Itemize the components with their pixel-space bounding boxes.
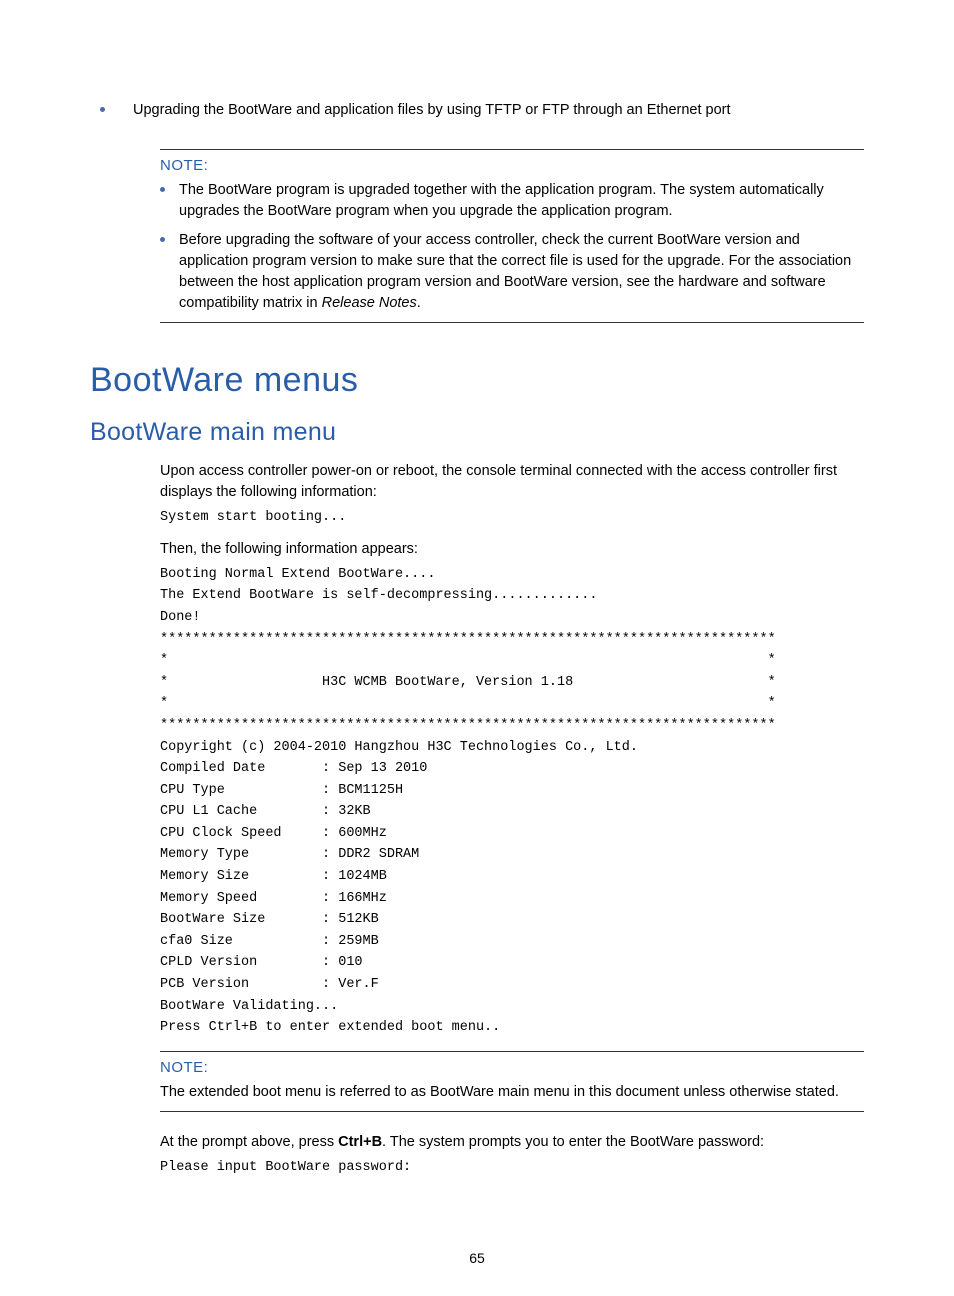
code-block-1: System start booting... <box>160 507 864 529</box>
body-section: Upon access controller power-on or reboo… <box>160 461 864 1039</box>
bullet-icon <box>100 107 105 112</box>
list-item: The BootWare program is upgraded togethe… <box>160 180 864 222</box>
release-notes-ref: Release Notes <box>322 295 417 311</box>
bullet-icon <box>160 237 165 242</box>
bullet-icon <box>160 187 165 192</box>
note-body: The extended boot menu is referred to as… <box>160 1082 864 1103</box>
page-container: Upgrading the BootWare and application f… <box>0 0 954 1296</box>
note-box-1: NOTE: The BootWare program is upgraded t… <box>160 149 864 323</box>
prompt-post: . The system prompts you to enter the Bo… <box>382 1134 764 1150</box>
note-item-text: The BootWare program is upgraded togethe… <box>179 180 864 222</box>
period: . <box>417 295 421 311</box>
list-item: Before upgrading the software of your ac… <box>160 230 864 314</box>
body-section-2: At the prompt above, press Ctrl+B. The s… <box>160 1132 864 1179</box>
note-item-text: Before upgrading the software of your ac… <box>179 230 864 314</box>
top-bullet-list: Upgrading the BootWare and application f… <box>100 100 864 121</box>
page-number: 65 <box>0 1250 954 1266</box>
code-block-2: Booting Normal Extend BootWare.... The E… <box>160 564 864 1039</box>
bullet-text: Upgrading the BootWare and application f… <box>133 100 731 121</box>
heading-bootware-menus: BootWare menus <box>90 361 864 400</box>
note-item-main: Before upgrading the software of your ac… <box>179 232 851 311</box>
note-list: The BootWare program is upgraded togethe… <box>160 180 864 314</box>
prompt-pre: At the prompt above, press <box>160 1134 338 1150</box>
list-item: Upgrading the BootWare and application f… <box>100 100 864 121</box>
code-block-3: Please input BootWare password: <box>160 1157 864 1179</box>
paragraph: Upon access controller power-on or reboo… <box>160 461 864 503</box>
note-title: NOTE: <box>160 157 864 174</box>
note-box-2: NOTE: The extended boot menu is referred… <box>160 1051 864 1112</box>
heading-bootware-main-menu: BootWare main menu <box>90 418 864 447</box>
key-combo: Ctrl+B <box>338 1134 382 1150</box>
note-title: NOTE: <box>160 1059 864 1076</box>
paragraph: Then, the following information appears: <box>160 539 864 560</box>
paragraph: At the prompt above, press Ctrl+B. The s… <box>160 1132 864 1153</box>
